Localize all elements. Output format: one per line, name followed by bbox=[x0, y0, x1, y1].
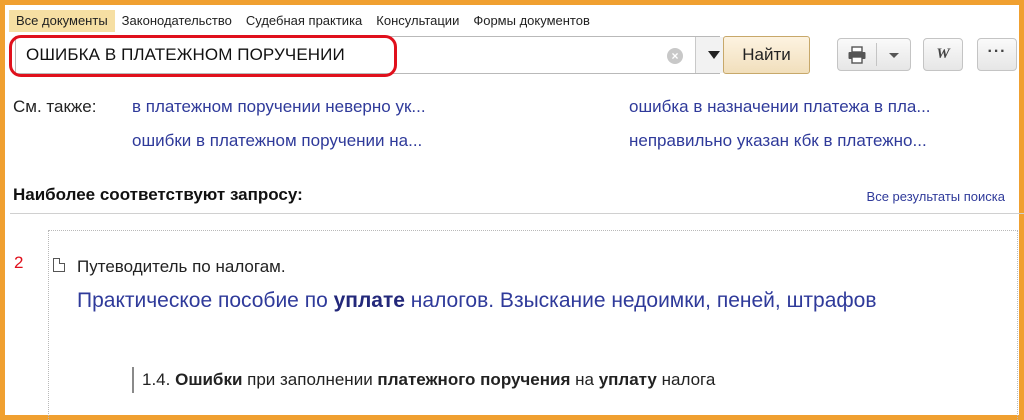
more-actions-button[interactable]: ··· bbox=[977, 38, 1017, 71]
snippet-text: 1.4. bbox=[142, 370, 176, 389]
see-also-link[interactable]: неправильно указан кбк в платежно... bbox=[629, 131, 927, 151]
snippet-text: при заполнении bbox=[242, 370, 378, 389]
tab-consultations[interactable]: Консультации bbox=[369, 10, 466, 32]
result-snippet-link[interactable]: 1.4. Ошибки при заполнении платежного по… bbox=[132, 367, 715, 393]
chevron-down-icon[interactable] bbox=[889, 53, 899, 58]
app-window: Все документы Законодательство Судебная … bbox=[0, 0, 1024, 420]
chevron-down-icon bbox=[708, 51, 720, 59]
document-icon bbox=[53, 258, 65, 272]
snippet-match: уплату bbox=[598, 370, 657, 389]
print-button-divider bbox=[876, 43, 877, 66]
tab-document-forms[interactable]: Формы документов bbox=[466, 10, 597, 32]
tab-all-documents[interactable]: Все документы bbox=[9, 10, 115, 32]
tab-legislation[interactable]: Законодательство bbox=[115, 10, 239, 32]
all-results-link[interactable]: Все результаты поиска bbox=[867, 189, 1005, 204]
see-also-link[interactable]: ошибка в назначении платежа в пла... bbox=[629, 97, 931, 117]
see-also-link[interactable]: ошибки в платежном поручении на... bbox=[132, 131, 422, 151]
result-title-link[interactable]: Практическое пособие по уплате налогов. … bbox=[77, 285, 977, 316]
search-query-text[interactable]: ОШИБКА В ПЛАТЕЖНОМ ПОРУЧЕНИИ bbox=[26, 37, 345, 73]
result-title-text: налогов. Взыскание недоимки, пеней, штра… bbox=[404, 289, 877, 312]
result-number: 2 bbox=[14, 253, 24, 272]
snippet-match: Ошибки bbox=[175, 370, 243, 389]
snippet-match: платежного поручения bbox=[377, 370, 571, 389]
document-tabs: Все документы Законодательство Судебная … bbox=[9, 9, 597, 33]
printer-icon bbox=[848, 46, 866, 64]
results-section-title: Наиболее соответствуют запросу: bbox=[13, 185, 303, 204]
snippet-text: на bbox=[570, 370, 599, 389]
result-title-match: уплате bbox=[333, 289, 405, 312]
result-source: Путеводитель по налогам. bbox=[77, 257, 286, 276]
see-also-link[interactable]: в платежном поручении неверно ук... bbox=[132, 97, 426, 117]
see-also-label: См. также: bbox=[13, 97, 97, 116]
search-input[interactable]: ОШИБКА В ПЛАТЕЖНОМ ПОРУЧЕНИИ × bbox=[15, 36, 731, 74]
clear-icon[interactable]: × bbox=[667, 48, 683, 64]
export-word-button[interactable]: W bbox=[923, 38, 963, 71]
result-title-text: Практическое пособие по bbox=[77, 289, 334, 312]
tab-court-practice[interactable]: Судебная практика bbox=[239, 10, 369, 32]
section-divider bbox=[10, 213, 1024, 214]
snippet-text: налога bbox=[656, 370, 716, 389]
print-button[interactable] bbox=[837, 38, 911, 71]
find-button[interactable]: Найти bbox=[723, 36, 810, 74]
